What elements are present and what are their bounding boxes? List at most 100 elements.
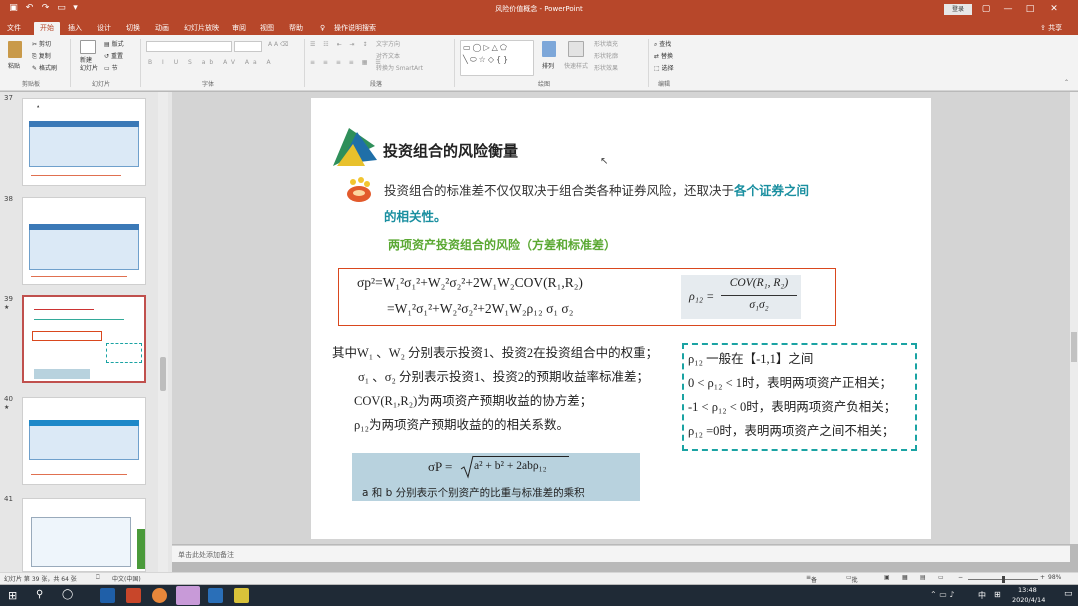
- align-text-button[interactable]: 对齐文本: [376, 51, 400, 60]
- tab-design[interactable]: 设计: [97, 22, 111, 35]
- copy-button[interactable]: ⎘ 复制: [32, 51, 51, 61]
- notes-pane[interactable]: 单击此处添加备注: [172, 545, 1070, 562]
- list-buttons[interactable]: ☰ ☷ ⇤ ⇥ ↕: [310, 41, 370, 48]
- minimize-icon[interactable]: —: [1000, 2, 1016, 16]
- app-icon[interactable]: [208, 588, 223, 603]
- arrange-label[interactable]: 排列: [542, 61, 554, 70]
- align-buttons[interactable]: ≡ ≡ ≡ ≡ ▦ ☰: [310, 59, 384, 66]
- section-button[interactable]: ▭ 节: [104, 63, 118, 72]
- tab-transitions[interactable]: 切换: [126, 22, 140, 35]
- tab-animations[interactable]: 动画: [155, 22, 169, 35]
- thumb-number: 40: [4, 395, 13, 403]
- file-explorer-icon[interactable]: [234, 588, 249, 603]
- spellcheck-icon[interactable]: ⎕: [96, 574, 100, 582]
- tell-me-search[interactable]: 操作说明搜索: [334, 22, 376, 35]
- edge-browser-icon[interactable]: [100, 588, 115, 603]
- slide-thumbnail-40[interactable]: [22, 397, 146, 485]
- font-size-dropdown[interactable]: [234, 41, 262, 52]
- language-indicator[interactable]: 中文(中国): [112, 574, 141, 583]
- zoom-out-icon[interactable]: −: [958, 574, 963, 581]
- new-slide-icon[interactable]: [80, 40, 96, 54]
- quick-styles-label[interactable]: 快速样式: [564, 61, 588, 70]
- slide-subtitle: 两项资产投资组合的风险（方差和标准差）: [388, 238, 617, 252]
- slide-thumbnail-39[interactable]: [22, 295, 146, 383]
- tray-icons[interactable]: ⌃ ▭ ♪: [930, 590, 954, 599]
- comments-toggle[interactable]: ▭ 批注: [846, 574, 858, 593]
- zoom-slider-thumb[interactable]: [1002, 576, 1005, 583]
- tab-file[interactable]: 文件: [7, 22, 21, 35]
- shape-fill-button[interactable]: 形状填充: [594, 39, 618, 48]
- rho-label: ρ₁₂ =: [689, 289, 715, 303]
- tab-insert[interactable]: 插入: [68, 22, 82, 35]
- paste-label[interactable]: 粘贴: [8, 61, 20, 70]
- tab-view[interactable]: 视图: [260, 22, 274, 35]
- collapse-ribbon-icon[interactable]: ⌃: [1064, 79, 1069, 86]
- zoom-in-icon[interactable]: +: [1040, 574, 1045, 581]
- cortana-icon[interactable]: ◯: [62, 589, 73, 600]
- font-grow-icons[interactable]: A A ⌫: [268, 41, 289, 48]
- cut-button[interactable]: ✂ 剪切: [32, 39, 51, 48]
- arrange-icon[interactable]: [542, 41, 556, 57]
- shapes-icons: ▭◯▷△⬠: [463, 43, 509, 52]
- share-button[interactable]: ⇪ 共享: [1040, 22, 1062, 35]
- firefox-icon[interactable]: [152, 588, 167, 603]
- ime-indicator[interactable]: 中: [978, 590, 986, 601]
- slide-thumbnail-37[interactable]: ▲: [22, 98, 146, 186]
- powerpoint-app-icon[interactable]: [126, 588, 141, 603]
- radical-bar: [473, 456, 569, 457]
- find-button[interactable]: ⌕ 查找: [654, 39, 671, 49]
- paste-icon[interactable]: [8, 41, 22, 58]
- signin-button[interactable]: 登录: [944, 4, 972, 15]
- variance-formula-box: σp²=W₁²σ₁²+W₂²σ₂²+2W₁W₂COV(R₁,R₂) =W₁²σ₁…: [338, 268, 836, 326]
- notes-toggle[interactable]: ≡ 备注: [806, 574, 817, 593]
- clock-date[interactable]: 2020/4/14: [1012, 596, 1045, 604]
- reset-button[interactable]: ↺ 重置: [104, 51, 123, 60]
- stage-scrollbar[interactable]: [1070, 92, 1078, 544]
- format-painter-button[interactable]: ✎ 格式刷: [32, 63, 57, 72]
- tab-slideshow[interactable]: 幻灯片放映: [184, 22, 219, 35]
- scrollbar-thumb[interactable]: [160, 357, 166, 391]
- divider: [70, 39, 71, 87]
- group-drawing: 绘图: [538, 81, 551, 88]
- notifications-icon[interactable]: ▭: [1064, 589, 1073, 599]
- tab-review[interactable]: 审阅: [232, 22, 246, 35]
- tab-home[interactable]: 开始: [34, 22, 60, 35]
- text-direction-button[interactable]: 文字方向: [376, 39, 400, 48]
- replace-button[interactable]: ⇄ 替换: [654, 51, 673, 60]
- zoom-level[interactable]: 98%: [1048, 574, 1061, 581]
- ribbon-options-icon[interactable]: ▢: [978, 2, 994, 16]
- font-format-buttons[interactable]: B I U S ab AV Aa A: [148, 59, 275, 66]
- smartart-button[interactable]: 转换为 SmartArt: [376, 63, 423, 72]
- slide-thumbnail-38[interactable]: [22, 197, 146, 285]
- ime-mode-icon[interactable]: ⊞: [994, 590, 1001, 599]
- slide-title: 投资组合的风险衡量: [383, 142, 519, 160]
- slide-thumbnail-41[interactable]: [22, 498, 146, 572]
- group-clipboard: 剪贴板: [22, 81, 41, 88]
- slideshow-view-icon[interactable]: ▭: [938, 574, 944, 581]
- range-line-1: ρ₁₂ 一般在【-1,1】之间: [688, 352, 814, 366]
- slide-sorter-icon[interactable]: ▦: [902, 574, 908, 581]
- intro-paragraph: 投资组合的标准差不仅仅取决于组合类各种证券风险，还取决于各个证券之间 的相关性。: [384, 178, 904, 230]
- normal-view-icon[interactable]: ▣: [884, 574, 890, 581]
- active-app-icon[interactable]: [176, 586, 200, 605]
- search-icon[interactable]: ⚲: [36, 589, 43, 600]
- stage-scrollbar-thumb[interactable]: [1071, 332, 1077, 362]
- maximize-icon[interactable]: □: [1022, 2, 1038, 16]
- group-slides: 幻灯片: [92, 81, 111, 88]
- reading-view-icon[interactable]: ▤: [920, 574, 926, 581]
- tab-help[interactable]: 帮助: [289, 22, 303, 35]
- layout-button[interactable]: ▤ 版式: [104, 39, 124, 48]
- notes-placeholder[interactable]: 单击此处添加备注: [178, 550, 234, 560]
- thumb-table: [29, 121, 139, 167]
- select-button[interactable]: ⬚ 选择: [654, 63, 674, 72]
- clock-time[interactable]: 13:48: [1018, 586, 1037, 594]
- thumbnail-scrollbar[interactable]: [158, 92, 168, 572]
- slide-canvas[interactable]: 投资组合的风险衡量 投资组合的标准差不仅仅取决于组合类各种证券风险，还取决于各个…: [311, 98, 931, 539]
- new-slide-label[interactable]: 新建 幻灯片: [80, 57, 98, 73]
- shape-outline-button[interactable]: 形状轮廓: [594, 51, 618, 60]
- quick-styles-icon[interactable]: [568, 41, 584, 57]
- shape-effects-button[interactable]: 形状效果: [594, 63, 618, 72]
- windows-start-icon[interactable]: ⊞: [8, 589, 17, 602]
- font-name-dropdown[interactable]: [146, 41, 232, 52]
- close-icon[interactable]: ✕: [1046, 2, 1062, 16]
